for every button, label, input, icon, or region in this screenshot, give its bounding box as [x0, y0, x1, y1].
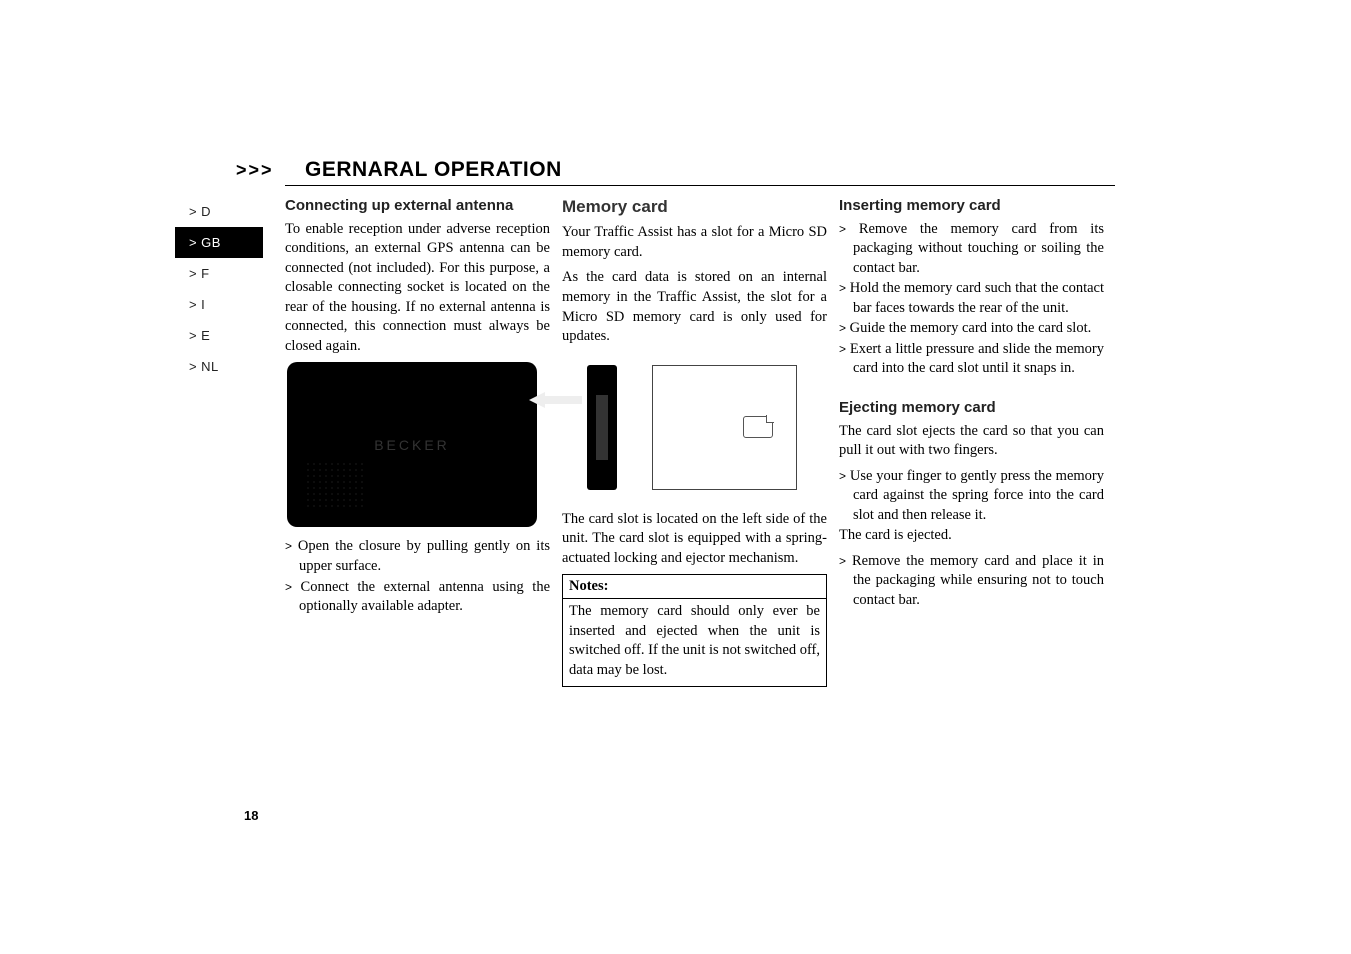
arrow-icon: >	[189, 297, 197, 312]
sd-card-icon	[743, 416, 773, 438]
arrow-icon: >	[189, 204, 197, 219]
column-3: Inserting memory card > Remove the memor…	[839, 196, 1104, 612]
step-item: > Exert a little pressure and slide the …	[839, 340, 1104, 379]
arrow-icon: >	[189, 266, 197, 281]
step-text: Use your finger to gently press the memo…	[850, 468, 1104, 523]
arrow-icon: >	[285, 539, 292, 553]
step-text: Exert a little pressure and slide the me…	[850, 341, 1104, 377]
sd-notch-icon	[766, 415, 774, 423]
column-2: Memory card Your Traffic Assist has a sl…	[562, 196, 827, 687]
step-item: > Remove the memory card and place it in…	[839, 552, 1104, 611]
step-item: > Remove the memory card from its packag…	[839, 220, 1104, 279]
arrow-icon: >	[189, 235, 197, 250]
notes-box: Notes: The memory card should only ever …	[562, 574, 827, 686]
body-text: To enable reception under adverse recept…	[285, 220, 550, 357]
step-item: > Hold the memory card such that the con…	[839, 279, 1104, 318]
header-arrows-icon: >>>	[236, 160, 274, 181]
sidebar-item-i[interactable]: >I	[175, 289, 263, 320]
sidebar-item-label: GB	[201, 235, 221, 250]
language-sidebar: >D >GB >F >I >E >NL	[175, 196, 263, 382]
step-text: Open the closure by pulling gently on it…	[298, 538, 550, 574]
step-item: > Connect the external antenna using the…	[285, 578, 550, 617]
step-text: Remove the memory card and place it in t…	[852, 553, 1104, 608]
body-text: Your Traffic Assist has a slot for a Mic…	[562, 223, 827, 262]
heading-inserting: Inserting memory card	[839, 196, 1104, 216]
sidebar-item-f[interactable]: >F	[175, 258, 263, 289]
page-title: GERNARAL OPERATION	[305, 158, 562, 182]
sd-card-outline	[652, 365, 797, 490]
sidebar-item-label: F	[201, 266, 209, 281]
heading-memory-card: Memory card	[562, 196, 827, 217]
step-text: Hold the memory card such that the conta…	[850, 280, 1104, 316]
speaker-grille-icon	[305, 461, 365, 511]
step-item: > Use your finger to gently press the me…	[839, 467, 1104, 526]
arrow-icon: >	[839, 554, 846, 568]
device-logo: BECKER	[374, 437, 450, 453]
sidebar-item-label: NL	[201, 359, 219, 374]
arrow-icon: >	[839, 342, 846, 356]
arrow-icon: >	[839, 469, 846, 483]
sidebar-item-nl[interactable]: > NL	[175, 351, 263, 382]
step-text: Remove the memory card from its packagin…	[853, 221, 1104, 276]
body-text: The card slot ejects the card so that yo…	[839, 422, 1104, 461]
heading-external-antenna: Connecting up external antenna	[285, 196, 550, 216]
sd-slot-figure	[562, 355, 827, 500]
notes-label: Notes:	[563, 575, 826, 599]
sidebar-item-label: I	[201, 297, 205, 312]
device-side-icon	[587, 365, 617, 490]
sidebar-item-e[interactable]: >E	[175, 320, 263, 351]
sidebar-item-d[interactable]: >D	[175, 196, 263, 227]
sidebar-item-label: D	[201, 204, 211, 219]
step-text: Connect the external antenna using the o…	[299, 579, 550, 615]
sidebar-item-gb[interactable]: > GB	[175, 227, 263, 258]
arrow-icon: >	[839, 281, 846, 295]
header-rule	[285, 185, 1115, 186]
arrow-icon: >	[285, 580, 292, 594]
arrow-icon: >	[839, 321, 846, 335]
body-text: The card slot is located on the left sid…	[562, 510, 827, 569]
step-text: Guide the memory card into the card slot…	[850, 320, 1092, 336]
arrow-icon: >	[839, 222, 846, 236]
step-item: > Open the closure by pulling gently on …	[285, 537, 550, 576]
step-item: > Guide the memory card into the card sl…	[839, 319, 1104, 339]
sidebar-item-label: E	[201, 328, 210, 343]
body-text: The card is ejected.	[839, 526, 1104, 546]
arrow-icon: >	[189, 359, 197, 374]
notes-body: The memory card should only ever be inse…	[563, 599, 826, 685]
slot-icon	[596, 395, 608, 460]
page-number: 18	[244, 808, 258, 823]
pointer-arrowhead-icon	[529, 392, 545, 408]
device-rear-image: BECKER	[287, 362, 537, 527]
document-page: >>> GERNARAL OPERATION >D >GB >F >I >E >…	[0, 0, 1351, 954]
column-1: Connecting up external antenna To enable…	[285, 196, 550, 618]
heading-ejecting: Ejecting memory card	[839, 398, 1104, 418]
body-text: As the card data is stored on an interna…	[562, 268, 827, 346]
arrow-icon: >	[189, 328, 197, 343]
